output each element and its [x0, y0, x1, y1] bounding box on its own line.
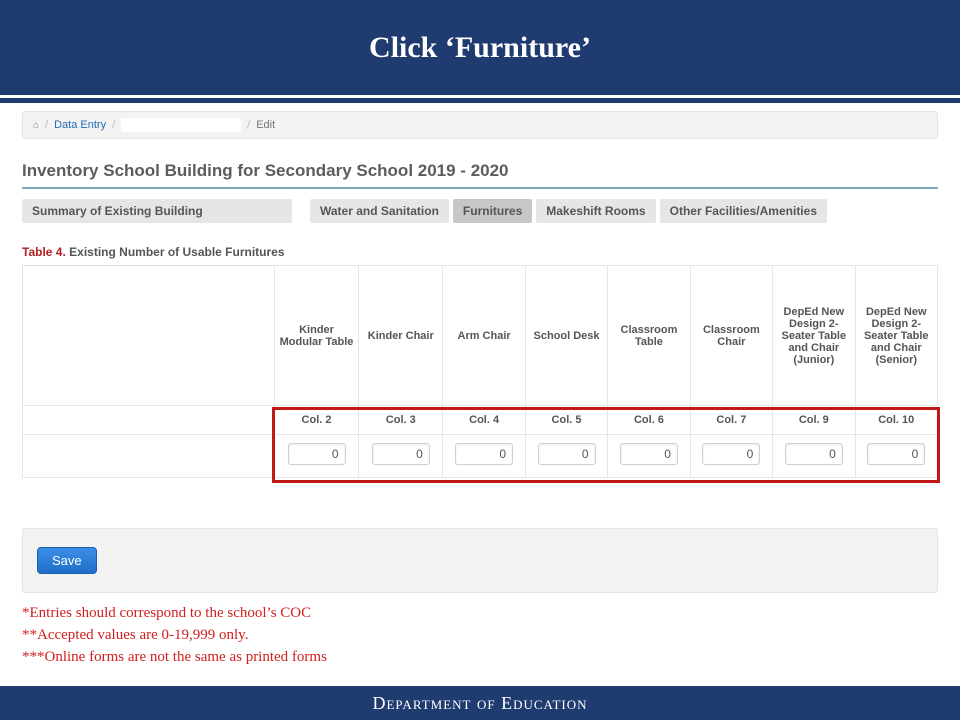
table-title: Existing Number of Usable Furnitures — [69, 245, 284, 259]
col-header: Kinder Chair — [359, 266, 443, 406]
row-label-blank — [23, 406, 275, 435]
tab-furnitures[interactable]: Furnitures — [453, 199, 532, 223]
table-corner-blank — [23, 266, 275, 406]
table-caption: Table 4. Existing Number of Usable Furni… — [22, 245, 938, 259]
input-col-9[interactable] — [785, 443, 843, 465]
breadcrumb: ⌂ / Data Entry / / Edit — [22, 111, 938, 139]
note-2: **Accepted values are 0-19,999 only. — [22, 625, 938, 647]
breadcrumb-school-name — [121, 118, 241, 132]
input-col-3[interactable] — [372, 443, 430, 465]
input-col-7[interactable] — [702, 443, 760, 465]
save-area: Save — [22, 528, 938, 593]
col-header: Classroom Chair — [690, 266, 772, 406]
col-header: School Desk — [525, 266, 607, 406]
note-3: ***Online forms are not the same as prin… — [22, 647, 938, 669]
col-header: DepEd New Design 2-Seater Table and Chai… — [855, 266, 938, 406]
table-number: Table 4. — [22, 245, 66, 259]
col-header: Classroom Table — [608, 266, 690, 406]
notes: *Entries should correspond to the school… — [22, 603, 938, 668]
furniture-table: Kinder Modular Table Kinder Chair Arm Ch… — [22, 265, 938, 478]
tab-bar: Summary of Existing Building Water and S… — [22, 199, 938, 223]
row-label-blank — [23, 435, 275, 478]
home-icon[interactable]: ⌂ — [33, 120, 39, 131]
col-label: Col. 5 — [525, 406, 607, 435]
input-col-2[interactable] — [288, 443, 346, 465]
col-label: Col. 7 — [690, 406, 772, 435]
breadcrumb-sep: / — [247, 119, 250, 131]
footer-bar: Department of Education — [0, 686, 960, 720]
tab-makeshift[interactable]: Makeshift Rooms — [536, 199, 655, 223]
banner-divider — [0, 98, 960, 103]
col-label: Col. 6 — [608, 406, 690, 435]
col-header: Kinder Modular Table — [274, 266, 358, 406]
col-label: Col. 9 — [773, 406, 855, 435]
col-label: Col. 3 — [359, 406, 443, 435]
input-col-4[interactable] — [455, 443, 513, 465]
breadcrumb-data-entry[interactable]: Data Entry — [54, 119, 106, 131]
banner-title: Click ‘Furniture’ — [0, 0, 960, 95]
col-label: Col. 10 — [855, 406, 938, 435]
note-1: *Entries should correspond to the school… — [22, 603, 938, 625]
col-header: Arm Chair — [443, 266, 525, 406]
breadcrumb-edit: Edit — [256, 119, 275, 131]
input-col-6[interactable] — [620, 443, 678, 465]
save-button[interactable]: Save — [37, 547, 97, 574]
col-label: Col. 2 — [274, 406, 358, 435]
breadcrumb-sep: / — [112, 119, 115, 131]
breadcrumb-sep: / — [45, 119, 48, 131]
tab-water[interactable]: Water and Sanitation — [310, 199, 449, 223]
col-header: DepEd New Design 2-Seater Table and Chai… — [773, 266, 855, 406]
tab-other[interactable]: Other Facilities/Amenities — [660, 199, 827, 223]
input-col-10[interactable] — [867, 443, 925, 465]
col-label: Col. 4 — [443, 406, 525, 435]
tab-summary[interactable]: Summary of Existing Building — [22, 199, 292, 223]
input-col-5[interactable] — [538, 443, 596, 465]
page-title: Inventory School Building for Secondary … — [22, 161, 938, 189]
